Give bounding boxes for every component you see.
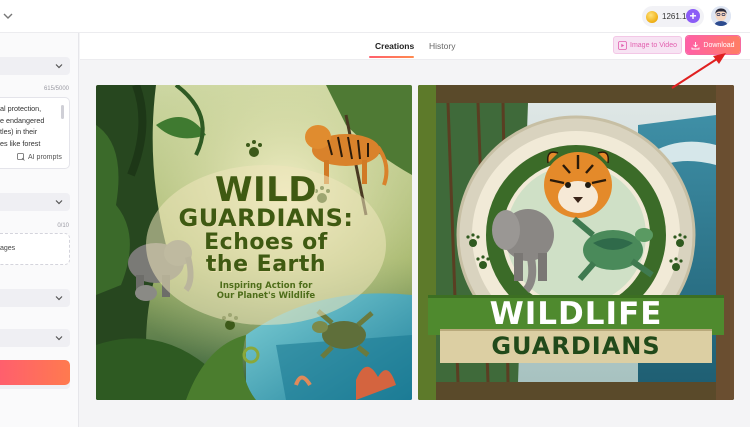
credits-value: 1261.1	[662, 12, 687, 21]
tab-history[interactable]: History	[429, 41, 455, 51]
generated-image-2[interactable]: WILDLIFE GUARDIANS	[418, 85, 734, 400]
upload-images-box[interactable]: ages	[0, 233, 70, 265]
model-select[interactable]	[0, 57, 70, 75]
style-select[interactable]	[0, 193, 70, 211]
chevron-down-icon	[55, 200, 63, 205]
tab-creations[interactable]: Creations	[375, 41, 414, 51]
tiger-head-figure	[544, 151, 612, 218]
ai-prompts-label: AI prompts	[28, 153, 62, 161]
image-to-video-icon	[618, 40, 627, 50]
ai-prompts-icon	[17, 153, 25, 161]
image-count: 0/10	[57, 223, 69, 229]
poster-1-subtitle-line-1: Inspiring Action for	[219, 281, 313, 291]
chevron-down-icon[interactable]	[2, 10, 14, 22]
active-tab-indicator	[369, 56, 414, 58]
download-label: Download	[703, 41, 735, 49]
chevron-down-icon	[55, 336, 63, 341]
chevron-down-icon	[55, 64, 63, 69]
poster-2-title-line-2: GUARDIANS	[491, 332, 661, 360]
coin-icon	[646, 10, 658, 23]
char-count: 615/5000	[43, 86, 69, 92]
poster-1-title-line-2: GUARDIANS:	[178, 204, 354, 232]
upload-label: ages	[0, 245, 16, 252]
poster-1-title-line-1: WILD	[214, 170, 318, 210]
chevron-down-icon	[55, 296, 63, 301]
download-icon	[691, 41, 700, 49]
ai-prompts-button[interactable]: AI prompts	[17, 153, 62, 161]
generated-image-1[interactable]: WILD GUARDIANS: Echoes of the Earth Insp…	[96, 85, 412, 400]
top-bar: 1261.1 +	[0, 0, 750, 33]
poster-1-title-line-4: the Earth	[205, 252, 327, 277]
image-to-video-button[interactable]: Image to Video	[613, 36, 682, 54]
tabs-bar: Creations History Image to Video Downloa…	[80, 33, 750, 60]
poster-2-title-line-1: WILDLIFE	[489, 296, 663, 332]
download-button[interactable]: Download	[686, 36, 740, 54]
resolution-select[interactable]	[0, 329, 70, 347]
left-panel: 615/5000 al protection, e endangered tle…	[0, 33, 79, 427]
add-credits-button[interactable]: +	[686, 9, 700, 23]
image-to-video-label: Image to Video	[630, 41, 677, 49]
scrollbar[interactable]	[61, 105, 64, 119]
poster-1-subtitle-line-2: Our Planet's Wildlife	[216, 291, 316, 301]
avatar[interactable]	[711, 6, 731, 26]
avatar-icon	[711, 6, 731, 26]
ratio-select[interactable]	[0, 289, 70, 307]
generate-button[interactable]	[0, 360, 70, 385]
prompt-text: al protection, e endangered tles) in the…	[0, 104, 45, 148]
main-area: Creations History Image to Video Downloa…	[80, 33, 750, 427]
